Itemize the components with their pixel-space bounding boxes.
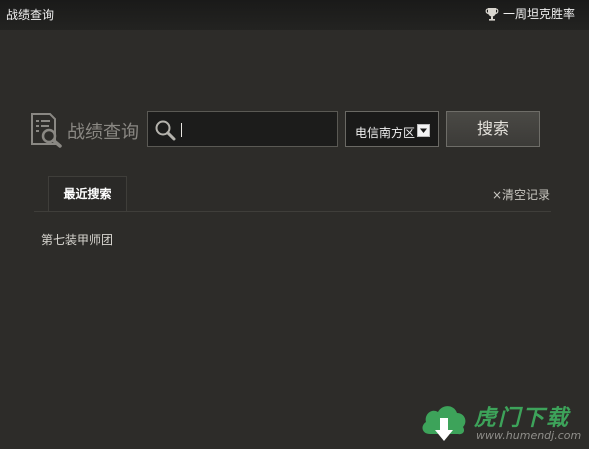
tab-recent-searches[interactable]: 最近搜索 bbox=[48, 176, 127, 212]
magnifier-icon bbox=[154, 119, 176, 145]
search-heading: 战绩查询 bbox=[67, 122, 139, 143]
record-search-icon bbox=[29, 112, 63, 148]
clear-history-button[interactable]: ×清空记录 bbox=[492, 186, 550, 203]
watermark-url: www.humendj.com bbox=[476, 429, 582, 442]
cloud-download-logo-icon bbox=[418, 400, 470, 448]
history-tabs: 最近搜索 ×清空记录 bbox=[0, 176, 589, 212]
watermark: 虎门下载 www.humendj.com bbox=[418, 398, 586, 446]
recent-search-list: 第七装甲师团 bbox=[41, 231, 113, 248]
server-region-value: 电信南方区 bbox=[355, 126, 416, 140]
weekly-tank-winrate-link[interactable]: 一周坦克胜率 bbox=[484, 5, 575, 22]
search-box[interactable] bbox=[147, 111, 338, 147]
player-search-input[interactable] bbox=[178, 119, 328, 139]
tab-divider bbox=[34, 211, 551, 212]
search-area: 战绩查询 电信南方区 搜索 bbox=[0, 108, 589, 152]
trophy-icon bbox=[484, 6, 500, 22]
chevron-down-icon[interactable] bbox=[417, 124, 430, 137]
title-bar: 战绩查询 一周坦克胜率 bbox=[0, 0, 589, 30]
search-button[interactable]: 搜索 bbox=[446, 111, 540, 147]
app-title: 战绩查询 bbox=[6, 8, 55, 22]
watermark-brand: 虎门下载 bbox=[474, 406, 571, 431]
text-caret bbox=[181, 123, 182, 137]
list-item[interactable]: 第七装甲师团 bbox=[41, 231, 113, 248]
server-region-select[interactable]: 电信南方区 bbox=[345, 111, 439, 147]
weekly-tank-winrate-label: 一周坦克胜率 bbox=[502, 7, 575, 21]
